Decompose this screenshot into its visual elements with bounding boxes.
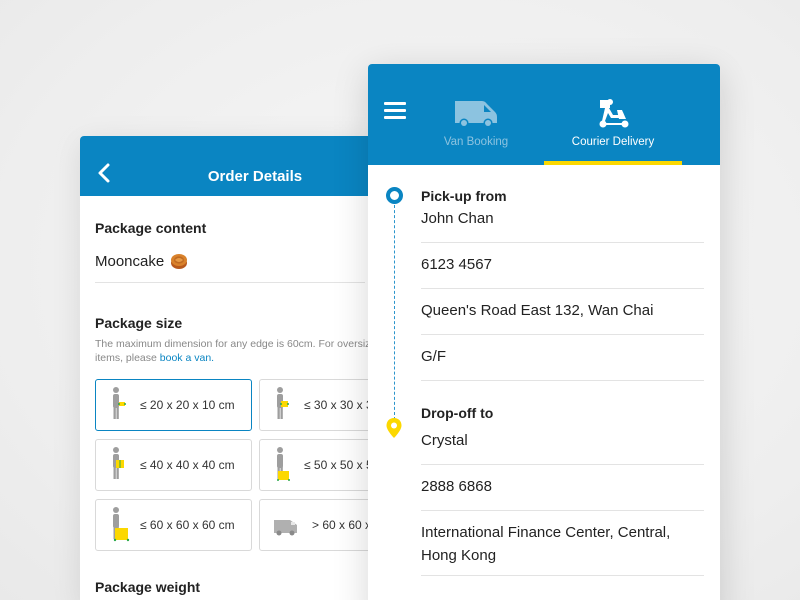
pickup-phone-field[interactable]: 6123 4567	[421, 243, 704, 289]
size-option-30[interactable]: ≤ 30 x 30 x 30 cm	[259, 379, 380, 431]
size-option-40[interactable]: ≤ 40 x 40 x 40 cm	[95, 439, 252, 491]
package-size-options: ≤ 20 x 20 x 10 cm ≤ 30 x 30 x 30 cm	[95, 379, 380, 551]
size-option-oversized[interactable]: > 60 x 60 x 60 cm	[259, 499, 380, 551]
dropoff-title: Drop-off to	[421, 405, 494, 421]
van-icon	[274, 520, 297, 536]
package-content-field[interactable]: Mooncake	[95, 252, 365, 283]
route-form: Pick-up from John Chan 6123 4567 Queen's…	[368, 165, 720, 576]
person-box-icon	[113, 447, 124, 479]
package-size-hint: The maximum dimension for any edge is 60…	[95, 337, 380, 365]
route-timeline	[394, 200, 395, 420]
size-option-label: ≤ 60 x 60 x 60 cm	[140, 518, 235, 532]
size-option-60[interactable]: ≤ 60 x 60 x 60 cm	[95, 499, 252, 551]
tab-courier-delivery-label: Courier Delivery	[571, 136, 655, 148]
package-content-label: Package content	[95, 220, 207, 236]
size-option-label: ≤ 20 x 20 x 10 cm	[140, 398, 235, 412]
size-hint-text: The maximum dimension for any edge is 60…	[95, 338, 380, 364]
pickup-address-field[interactable]: Queen's Road East 132, Wan Chai	[421, 289, 704, 335]
hamburger-icon	[384, 102, 406, 105]
mooncake-icon	[171, 254, 188, 269]
tab-van-booking-label: Van Booking	[443, 136, 509, 148]
dropoff-phone-field[interactable]: 2888 6868	[421, 465, 704, 511]
pickup-dot-icon	[386, 187, 403, 204]
menu-button[interactable]	[384, 102, 406, 122]
dropoff-address-field[interactable]: International Finance Center, Central, H…	[421, 511, 704, 576]
dropoff-address-line2: Hong Kong	[421, 547, 497, 564]
tab-courier-delivery[interactable]: Courier Delivery	[544, 64, 682, 165]
package-size-label: Package size	[95, 315, 183, 331]
order-details-screen: Order Details Package content Mooncake P…	[80, 136, 380, 600]
package-content-value: Mooncake	[95, 252, 165, 270]
pickup-title: Pick-up from	[421, 188, 507, 204]
pickup-section: Pick-up from John Chan 6123 4567 Queen's…	[421, 165, 704, 381]
size-option-50[interactable]: ≤ 50 x 50 x 50 cm	[259, 439, 380, 491]
dropoff-pin-icon	[386, 418, 402, 438]
person-box-icon	[277, 447, 290, 481]
dropoff-section: Drop-off to Crystal 2888 6868 Internatio…	[421, 381, 704, 576]
pickup-floor-field[interactable]: G/F	[421, 335, 704, 381]
book-van-link[interactable]: book a van.	[160, 352, 214, 364]
van-icon	[455, 101, 497, 128]
size-option-20[interactable]: ≤ 20 x 20 x 10 cm	[95, 379, 252, 431]
dropoff-address-line1: International Finance Center, Central,	[421, 524, 671, 541]
booking-header: Van Booking Courier Delivery	[368, 64, 720, 165]
courier-delivery-screen: Van Booking Courier Delivery Pick-up fro…	[368, 64, 720, 600]
size-option-label: ≤ 40 x 40 x 40 cm	[140, 458, 235, 472]
order-details-header: Order Details	[80, 136, 380, 196]
courier-scooter-icon	[599, 99, 629, 128]
person-small-box-icon	[113, 387, 126, 419]
dropoff-name-field[interactable]: Crystal	[421, 419, 704, 465]
tab-van-booking[interactable]: Van Booking	[407, 64, 545, 165]
person-box-icon	[277, 387, 289, 419]
package-weight-label: Package weight	[95, 579, 201, 595]
page-title: Order Details	[207, 168, 303, 185]
person-large-box-icon	[113, 507, 130, 542]
